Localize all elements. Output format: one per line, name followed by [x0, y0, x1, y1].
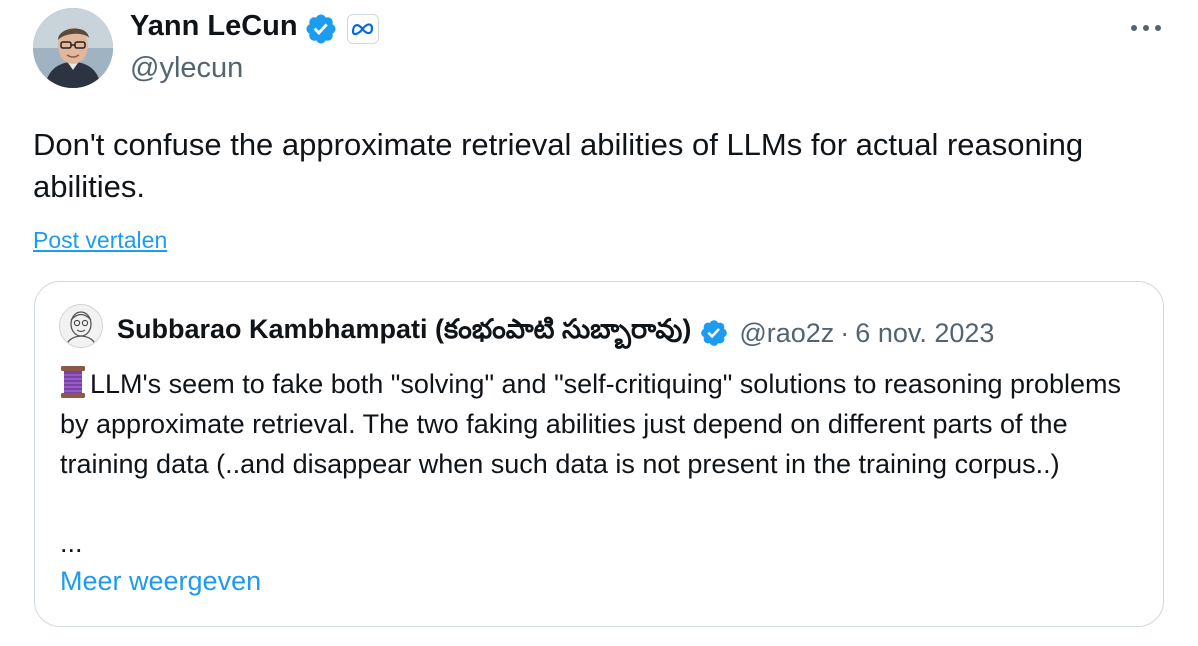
show-more-link[interactable]: Meer weergeven: [60, 566, 261, 597]
quoted-tweet-header: Subbarao Kambhampati (కంభంపాటి సుబ్బారావ…: [117, 314, 994, 352]
author-name[interactable]: Yann LeCun: [130, 10, 298, 43]
meta-logo-icon[interactable]: [347, 14, 379, 44]
author-avatar[interactable]: [33, 8, 113, 88]
thread-spool-icon: [61, 366, 85, 398]
quoted-author-handle[interactable]: @rao2z: [739, 318, 834, 349]
verified-badge-icon: [306, 14, 336, 44]
quoted-tweet-card[interactable]: Subbarao Kambhampati (కంభంపాటి సుబ్బారావ…: [34, 281, 1164, 627]
quoted-verified-badge-icon: [701, 320, 728, 346]
quoted-author-name[interactable]: Subbarao Kambhampati (కంభంపాటి సుబ్బారావ…: [117, 314, 691, 352]
tweet-text: Don't confuse the approximate retrieval …: [33, 127, 1084, 204]
quoted-author-avatar[interactable]: [59, 304, 103, 348]
header-separator: ·: [840, 317, 850, 348]
tweet: Yann LeCun @ylecun Don't confuse the app…: [0, 0, 1198, 646]
author-handle[interactable]: @ylecun: [130, 52, 243, 85]
quoted-tweet-date[interactable]: 6 nov. 2023: [855, 318, 994, 349]
truncation-ellipsis: ...: [60, 528, 83, 558]
translate-post-link[interactable]: Post vertalen: [33, 227, 167, 254]
quoted-tweet-text: LLM's seem to fake both "solving" and "s…: [60, 364, 1150, 484]
more-options-icon[interactable]: [1126, 16, 1166, 40]
quoted-tweet-body-text: LLM's seem to fake both "solving" and "s…: [60, 369, 1122, 479]
